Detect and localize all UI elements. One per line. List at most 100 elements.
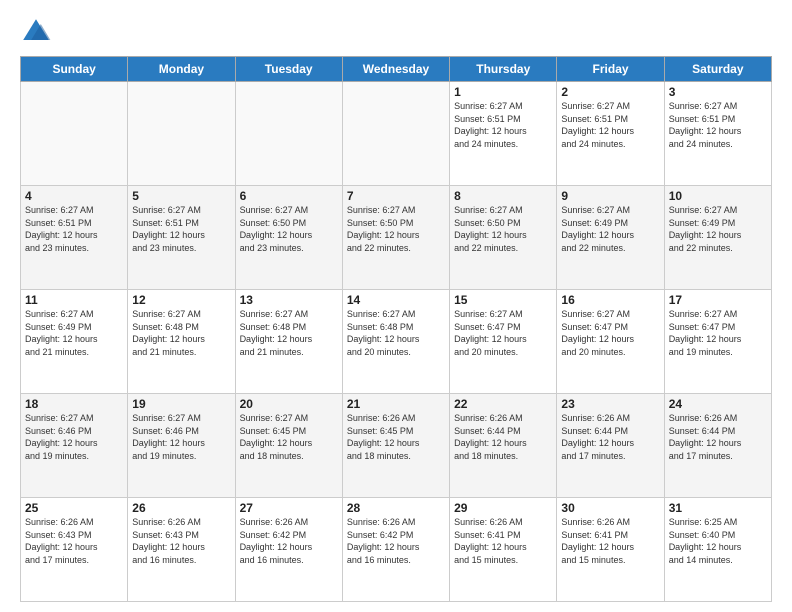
- day-info: Sunrise: 6:27 AM Sunset: 6:51 PM Dayligh…: [669, 100, 767, 150]
- day-number: 27: [240, 501, 338, 515]
- calendar-cell: 25Sunrise: 6:26 AM Sunset: 6:43 PM Dayli…: [21, 498, 128, 602]
- day-info: Sunrise: 6:27 AM Sunset: 6:46 PM Dayligh…: [25, 412, 123, 462]
- day-number: 16: [561, 293, 659, 307]
- calendar-week-row: 25Sunrise: 6:26 AM Sunset: 6:43 PM Dayli…: [21, 498, 772, 602]
- day-number: 13: [240, 293, 338, 307]
- calendar-week-row: 18Sunrise: 6:27 AM Sunset: 6:46 PM Dayli…: [21, 394, 772, 498]
- day-number: 14: [347, 293, 445, 307]
- day-info: Sunrise: 6:26 AM Sunset: 6:43 PM Dayligh…: [132, 516, 230, 566]
- day-info: Sunrise: 6:26 AM Sunset: 6:41 PM Dayligh…: [454, 516, 552, 566]
- day-number: 28: [347, 501, 445, 515]
- day-info: Sunrise: 6:27 AM Sunset: 6:47 PM Dayligh…: [669, 308, 767, 358]
- day-number: 11: [25, 293, 123, 307]
- day-of-week-header: Wednesday: [342, 57, 449, 82]
- day-info: Sunrise: 6:27 AM Sunset: 6:49 PM Dayligh…: [561, 204, 659, 254]
- day-info: Sunrise: 6:27 AM Sunset: 6:45 PM Dayligh…: [240, 412, 338, 462]
- day-number: 26: [132, 501, 230, 515]
- calendar-cell: 10Sunrise: 6:27 AM Sunset: 6:49 PM Dayli…: [664, 186, 771, 290]
- calendar-cell: 4Sunrise: 6:27 AM Sunset: 6:51 PM Daylig…: [21, 186, 128, 290]
- day-number: 22: [454, 397, 552, 411]
- day-number: 2: [561, 85, 659, 99]
- day-of-week-header: Saturday: [664, 57, 771, 82]
- day-number: 24: [669, 397, 767, 411]
- day-info: Sunrise: 6:27 AM Sunset: 6:51 PM Dayligh…: [132, 204, 230, 254]
- day-info: Sunrise: 6:27 AM Sunset: 6:50 PM Dayligh…: [454, 204, 552, 254]
- day-number: 30: [561, 501, 659, 515]
- day-of-week-header: Friday: [557, 57, 664, 82]
- day-info: Sunrise: 6:27 AM Sunset: 6:48 PM Dayligh…: [240, 308, 338, 358]
- day-info: Sunrise: 6:27 AM Sunset: 6:47 PM Dayligh…: [454, 308, 552, 358]
- calendar-cell: 15Sunrise: 6:27 AM Sunset: 6:47 PM Dayli…: [450, 290, 557, 394]
- day-info: Sunrise: 6:26 AM Sunset: 6:42 PM Dayligh…: [240, 516, 338, 566]
- day-number: 3: [669, 85, 767, 99]
- calendar-cell: 9Sunrise: 6:27 AM Sunset: 6:49 PM Daylig…: [557, 186, 664, 290]
- calendar-cell: 17Sunrise: 6:27 AM Sunset: 6:47 PM Dayli…: [664, 290, 771, 394]
- day-info: Sunrise: 6:27 AM Sunset: 6:48 PM Dayligh…: [347, 308, 445, 358]
- calendar-week-row: 1Sunrise: 6:27 AM Sunset: 6:51 PM Daylig…: [21, 82, 772, 186]
- calendar-cell: 27Sunrise: 6:26 AM Sunset: 6:42 PM Dayli…: [235, 498, 342, 602]
- calendar-cell: [21, 82, 128, 186]
- calendar-cell: 28Sunrise: 6:26 AM Sunset: 6:42 PM Dayli…: [342, 498, 449, 602]
- calendar-cell: 5Sunrise: 6:27 AM Sunset: 6:51 PM Daylig…: [128, 186, 235, 290]
- day-number: 5: [132, 189, 230, 203]
- day-number: 17: [669, 293, 767, 307]
- calendar-cell: 8Sunrise: 6:27 AM Sunset: 6:50 PM Daylig…: [450, 186, 557, 290]
- calendar-cell: 18Sunrise: 6:27 AM Sunset: 6:46 PM Dayli…: [21, 394, 128, 498]
- calendar-cell: 3Sunrise: 6:27 AM Sunset: 6:51 PM Daylig…: [664, 82, 771, 186]
- day-number: 21: [347, 397, 445, 411]
- day-info: Sunrise: 6:26 AM Sunset: 6:41 PM Dayligh…: [561, 516, 659, 566]
- day-info: Sunrise: 6:26 AM Sunset: 6:42 PM Dayligh…: [347, 516, 445, 566]
- calendar-week-row: 11Sunrise: 6:27 AM Sunset: 6:49 PM Dayli…: [21, 290, 772, 394]
- calendar-cell: 12Sunrise: 6:27 AM Sunset: 6:48 PM Dayli…: [128, 290, 235, 394]
- day-info: Sunrise: 6:26 AM Sunset: 6:44 PM Dayligh…: [561, 412, 659, 462]
- day-number: 4: [25, 189, 123, 203]
- day-number: 20: [240, 397, 338, 411]
- calendar-cell: [128, 82, 235, 186]
- day-info: Sunrise: 6:26 AM Sunset: 6:44 PM Dayligh…: [669, 412, 767, 462]
- day-number: 18: [25, 397, 123, 411]
- day-info: Sunrise: 6:27 AM Sunset: 6:49 PM Dayligh…: [669, 204, 767, 254]
- day-info: Sunrise: 6:27 AM Sunset: 6:51 PM Dayligh…: [561, 100, 659, 150]
- header: [20, 16, 772, 48]
- day-info: Sunrise: 6:26 AM Sunset: 6:43 PM Dayligh…: [25, 516, 123, 566]
- day-of-week-header: Monday: [128, 57, 235, 82]
- day-of-week-header: Sunday: [21, 57, 128, 82]
- day-number: 6: [240, 189, 338, 203]
- calendar-cell: 30Sunrise: 6:26 AM Sunset: 6:41 PM Dayli…: [557, 498, 664, 602]
- calendar-cell: 23Sunrise: 6:26 AM Sunset: 6:44 PM Dayli…: [557, 394, 664, 498]
- calendar-cell: 24Sunrise: 6:26 AM Sunset: 6:44 PM Dayli…: [664, 394, 771, 498]
- calendar-cell: 7Sunrise: 6:27 AM Sunset: 6:50 PM Daylig…: [342, 186, 449, 290]
- day-of-week-header: Tuesday: [235, 57, 342, 82]
- day-info: Sunrise: 6:26 AM Sunset: 6:44 PM Dayligh…: [454, 412, 552, 462]
- day-info: Sunrise: 6:27 AM Sunset: 6:46 PM Dayligh…: [132, 412, 230, 462]
- calendar-cell: 19Sunrise: 6:27 AM Sunset: 6:46 PM Dayli…: [128, 394, 235, 498]
- calendar-cell: 13Sunrise: 6:27 AM Sunset: 6:48 PM Dayli…: [235, 290, 342, 394]
- calendar-cell: 14Sunrise: 6:27 AM Sunset: 6:48 PM Dayli…: [342, 290, 449, 394]
- day-number: 23: [561, 397, 659, 411]
- calendar-cell: 21Sunrise: 6:26 AM Sunset: 6:45 PM Dayli…: [342, 394, 449, 498]
- calendar-cell: 20Sunrise: 6:27 AM Sunset: 6:45 PM Dayli…: [235, 394, 342, 498]
- calendar-cell: 31Sunrise: 6:25 AM Sunset: 6:40 PM Dayli…: [664, 498, 771, 602]
- calendar-week-row: 4Sunrise: 6:27 AM Sunset: 6:51 PM Daylig…: [21, 186, 772, 290]
- calendar-cell: 2Sunrise: 6:27 AM Sunset: 6:51 PM Daylig…: [557, 82, 664, 186]
- calendar-cell: 1Sunrise: 6:27 AM Sunset: 6:51 PM Daylig…: [450, 82, 557, 186]
- calendar-cell: 16Sunrise: 6:27 AM Sunset: 6:47 PM Dayli…: [557, 290, 664, 394]
- calendar-cell: [235, 82, 342, 186]
- day-number: 10: [669, 189, 767, 203]
- day-info: Sunrise: 6:27 AM Sunset: 6:47 PM Dayligh…: [561, 308, 659, 358]
- day-info: Sunrise: 6:27 AM Sunset: 6:48 PM Dayligh…: [132, 308, 230, 358]
- day-number: 8: [454, 189, 552, 203]
- calendar-cell: 6Sunrise: 6:27 AM Sunset: 6:50 PM Daylig…: [235, 186, 342, 290]
- day-of-week-header: Thursday: [450, 57, 557, 82]
- day-info: Sunrise: 6:27 AM Sunset: 6:51 PM Dayligh…: [454, 100, 552, 150]
- day-number: 7: [347, 189, 445, 203]
- logo-icon: [20, 16, 52, 48]
- calendar-cell: 26Sunrise: 6:26 AM Sunset: 6:43 PM Dayli…: [128, 498, 235, 602]
- calendar-table: SundayMondayTuesdayWednesdayThursdayFrid…: [20, 56, 772, 602]
- day-number: 29: [454, 501, 552, 515]
- day-info: Sunrise: 6:26 AM Sunset: 6:45 PM Dayligh…: [347, 412, 445, 462]
- day-number: 1: [454, 85, 552, 99]
- day-info: Sunrise: 6:27 AM Sunset: 6:49 PM Dayligh…: [25, 308, 123, 358]
- day-info: Sunrise: 6:27 AM Sunset: 6:51 PM Dayligh…: [25, 204, 123, 254]
- day-number: 15: [454, 293, 552, 307]
